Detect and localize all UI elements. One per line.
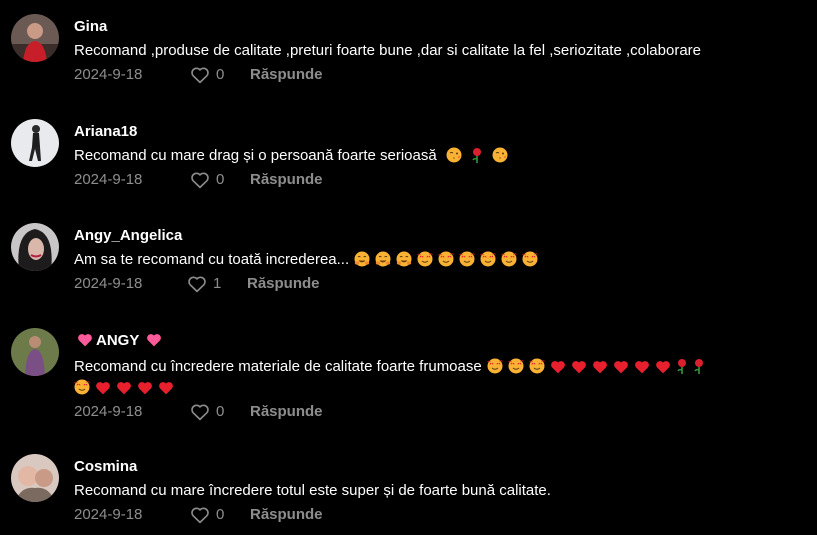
hearts-face-icon: [508, 358, 524, 374]
comment-text: Recomand ,produse de calitate ,preturi f…: [74, 42, 702, 59]
pink-heart-icon: [146, 333, 162, 353]
red-heart-icon: [592, 360, 608, 374]
red-heart-icon: [550, 360, 566, 374]
avatar[interactable]: [11, 14, 59, 62]
reply-button[interactable]: Răspunde: [247, 274, 320, 294]
comment-text-continued: [74, 377, 817, 399]
heart-outline-icon: [191, 507, 209, 524]
avatar[interactable]: [11, 454, 59, 502]
comment-text: Recomand cu mare încredere totul este su…: [74, 482, 551, 499]
red-heart-icon: [613, 360, 629, 374]
red-heart-icon: [634, 360, 650, 374]
comment-text: Recomand cu mare drag și o persoană foar…: [74, 145, 817, 167]
like-button[interactable]: 0: [190, 402, 250, 422]
kiss-face-icon: [492, 147, 508, 163]
reply-button[interactable]: Răspunde: [250, 65, 323, 85]
like-count: 0: [216, 506, 225, 523]
emoji-row: [69, 379, 174, 396]
reply-button[interactable]: Răspunde: [250, 402, 323, 422]
hearts-face-icon: [487, 358, 503, 374]
heart-outline-icon: [191, 404, 209, 421]
like-count: 1: [213, 275, 222, 292]
avatar[interactable]: [11, 223, 59, 271]
hug-face-icon: [375, 251, 391, 267]
avatar[interactable]: [11, 119, 59, 167]
pink-heart-icon: [77, 333, 93, 353]
comment-username[interactable]: Angy_Angelica: [74, 226, 817, 246]
hearts-face-icon: [501, 251, 517, 267]
red-heart-icon: [158, 381, 174, 395]
heart-outline-icon: [188, 276, 206, 293]
red-heart-icon: [655, 360, 671, 374]
comment-username-text: ANGY: [96, 332, 140, 349]
comment-username[interactable]: Gina: [74, 17, 817, 37]
like-button[interactable]: 0: [190, 65, 250, 85]
kiss-face-icon: [446, 147, 462, 163]
heart-outline-icon: [191, 67, 209, 84]
like-button[interactable]: 0: [190, 170, 250, 190]
like-count: 0: [216, 66, 225, 83]
hearts-face-icon: [522, 251, 538, 267]
comment-text-body: Recomand cu încredere materiale de calit…: [74, 358, 482, 375]
hearts-face-icon: [529, 358, 545, 374]
comment-text: Am sa te recomand cu toată increderea...: [74, 249, 817, 271]
hearts-face-icon: [480, 251, 496, 267]
reply-button[interactable]: Răspunde: [250, 170, 323, 190]
like-button[interactable]: 1: [187, 274, 247, 294]
comment-text-body: Am sa te recomand cu toată increderea...: [74, 251, 350, 268]
red-heart-icon: [95, 381, 111, 395]
rose-icon: [676, 358, 688, 374]
comment-date: 2024-9-18: [74, 66, 143, 83]
red-heart-icon: [137, 381, 153, 395]
hug-face-icon: [354, 251, 370, 267]
red-heart-icon: [116, 381, 132, 395]
comment-text: Recomand cu încredere materiale de calit…: [74, 356, 817, 378]
hearts-face-icon: [417, 251, 433, 267]
comment-date: 2024-9-18: [74, 171, 143, 188]
comment-date: 2024-9-18: [74, 275, 143, 292]
rose-icon: [693, 358, 705, 374]
like-count: 0: [216, 171, 225, 188]
hug-face-icon: [396, 251, 412, 267]
comment-username[interactable]: Cosmina: [74, 457, 817, 477]
comment-username[interactable]: ANGY: [74, 331, 817, 353]
emoji-row: [349, 251, 538, 268]
heart-outline-icon: [191, 172, 209, 189]
like-button[interactable]: 0: [190, 505, 250, 525]
rose-icon: [471, 147, 483, 163]
comment-username[interactable]: Ariana18: [74, 122, 817, 142]
red-heart-icon: [571, 360, 587, 374]
hearts-face-icon: [438, 251, 454, 267]
like-count: 0: [216, 403, 225, 420]
emoji-row: [482, 358, 705, 375]
hearts-face-icon: [74, 379, 90, 395]
comment-date: 2024-9-18: [74, 506, 143, 523]
reply-button[interactable]: Răspunde: [250, 505, 323, 525]
comment-date: 2024-9-18: [74, 403, 143, 420]
hearts-face-icon: [459, 251, 475, 267]
avatar[interactable]: [11, 328, 59, 376]
comment-text-body: Recomand cu mare drag și o persoană foar…: [74, 147, 437, 164]
